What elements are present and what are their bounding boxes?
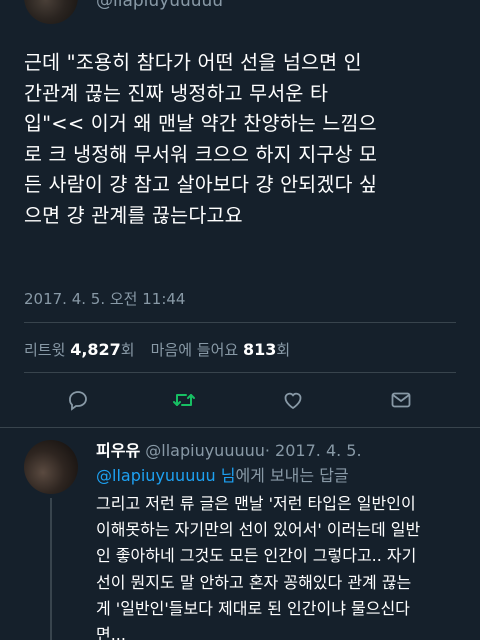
envelope-icon <box>391 392 411 408</box>
like-unit: 회 <box>276 341 291 359</box>
reply-header[interactable]: 피우유 @llapiuyuuuuu· 2017. 4. 5. <box>96 437 362 461</box>
tweet-stats: 리트윗 4,827회 마음에 들어요 813회 <box>24 339 290 360</box>
divider <box>0 427 480 428</box>
divider <box>24 372 456 373</box>
retweet-icon <box>173 394 195 406</box>
retweet-unit: 회 <box>120 341 135 359</box>
author-handle[interactable]: @llapiuyuuuuu <box>96 0 223 11</box>
reply-text-line: 면... <box>96 625 126 640</box>
reply-date: · 2017. 4. 5. <box>264 441 362 460</box>
like-stat[interactable]: 마음에 들어요 813회 <box>150 340 291 359</box>
reply-mention-link[interactable]: @llapiuyuuuuu <box>96 466 216 485</box>
tweet-timestamp: 2017. 4. 5. 오전 11:44 <box>24 290 186 308</box>
reply-text-line: 선이 뭔지도 말 안하고 혼자 꽁해있다 관계 끊는 <box>96 572 412 592</box>
like-label: 마음에 들어요 <box>150 341 239 359</box>
heart-icon <box>284 392 302 410</box>
reply-to-suffix: 에게 보내는 답글 <box>235 466 349 485</box>
tweet-text-line: 으면 걍 관계를 끊는다고요 <box>24 203 243 227</box>
avatar[interactable] <box>24 440 78 494</box>
tweet-detail-page: @llapiuyuuuuu 근데 "조용히 참다가 어떤 선을 넘으면 인 간관… <box>0 0 480 640</box>
reply-button[interactable] <box>64 386 92 414</box>
like-button[interactable] <box>279 386 307 414</box>
retweet-count: 4,827 <box>70 340 121 359</box>
tweet-author-header[interactable]: @llapiuyuuuuu <box>0 0 480 28</box>
reply-text-line: 인 좋아하네 그것도 모든 인간이 그렇다고.. 자기 <box>96 546 417 566</box>
tweet-text-line: 든 사람이 걍 참고 살아보다 걍 안되겠다 싶 <box>24 173 378 196</box>
reply-author-handle: @llapiuyuuuuu <box>145 441 265 460</box>
tweet-text-line: 로 크 냉정해 무서워 크으으 하지 지구상 모 <box>24 142 378 166</box>
reply-text-line: 이해못하는 자기만의 선이 있어서' 이러는데 일반 <box>96 520 421 540</box>
reply-text-line: 게 '일반인'들보다 제대로 된 인간이냐 물으신다 <box>96 598 410 618</box>
replying-to: @llapiuyuuuuu 님에게 보내는 답글 <box>96 462 349 486</box>
divider <box>24 322 456 323</box>
tweet-text: 근데 "조용히 참다가 어떤 선을 넘으면 인 간관계 끊는 진짜 냉정하고 무… <box>24 48 464 231</box>
reply-author-name: 피우유 <box>96 441 141 460</box>
retweet-label: 리트윗 <box>24 341 66 359</box>
avatar[interactable] <box>24 0 78 24</box>
tweet-text-line: 근데 "조용히 참다가 어떤 선을 넘으면 인 <box>24 51 362 74</box>
tweet-actions <box>0 386 480 418</box>
tweet-text-line: 입"<< 이거 왜 맨날 약간 찬양하는 느낌으 <box>24 112 377 135</box>
retweet-stat[interactable]: 리트윗 4,827회 <box>24 340 135 359</box>
reply-icon <box>69 391 87 411</box>
direct-message-button[interactable] <box>387 386 415 414</box>
reply-text-line: 그리고 저런 류 글은 맨날 '저런 타입은 일반인이 <box>96 494 416 513</box>
like-count: 813 <box>242 340 277 359</box>
reply-to-suffix-honorific: 님 <box>220 466 236 485</box>
thread-line <box>50 498 52 640</box>
tweet-text-line: 간관계 끊는 진짜 냉정하고 무서운 타 <box>24 81 329 105</box>
retweet-button[interactable] <box>170 386 198 414</box>
reply-text: 그리고 저런 류 글은 맨날 '저런 타입은 일반인이 이해못하는 자기만의 선… <box>96 491 470 640</box>
